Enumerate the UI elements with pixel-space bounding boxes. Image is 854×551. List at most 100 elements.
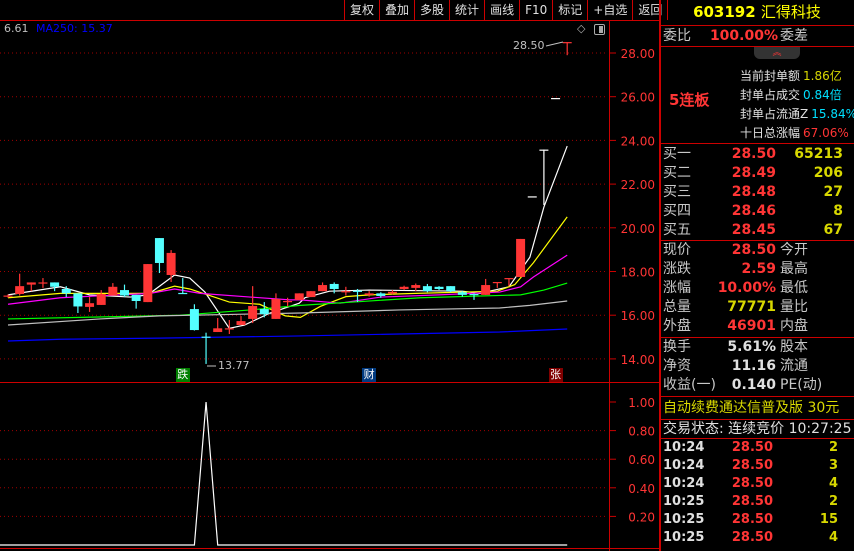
- candle: [120, 284, 129, 298]
- stat-label: 换手: [663, 339, 691, 355]
- stat-label: 现价: [663, 242, 691, 258]
- trade-status-text: 交易状态: 连续竞价 10:27:25: [663, 421, 852, 437]
- candle: [481, 278, 491, 295]
- candle-body: [294, 293, 304, 300]
- seal-row: 封单占成交 0.84倍: [740, 87, 854, 104]
- candle: [213, 318, 223, 333]
- candle-body: [527, 196, 537, 198]
- candle: [26, 282, 36, 292]
- price-tick-label: 14.00: [621, 353, 655, 367]
- stat-label-2: 量比: [780, 299, 808, 315]
- toolbar-button[interactable]: 多股: [415, 0, 451, 20]
- stat-value: 2.59: [741, 261, 776, 277]
- ad-banner[interactable]: 自动续费通达信普及版 30元: [660, 397, 854, 419]
- candle-body: [38, 282, 48, 284]
- toolbar-button[interactable]: 复权: [345, 0, 381, 20]
- indicator-tick-label: 0.40: [628, 482, 655, 496]
- stat-value: 77771: [727, 299, 776, 315]
- event-marker[interactable]: 张: [548, 368, 563, 382]
- candle: [73, 293, 83, 314]
- bid-row[interactable]: 买二 28.49 206: [660, 164, 854, 183]
- stat-label: 涨幅: [663, 280, 691, 296]
- chart-toolbar: 复权 叠加 多股 统计 画线 F10 标记 +自选 返回: [344, 0, 669, 20]
- candle-body: [108, 286, 118, 296]
- toolbar-button[interactable]: F10: [520, 0, 554, 20]
- candle: [527, 196, 537, 198]
- toolbar-button[interactable]: 画线: [485, 0, 521, 20]
- stat-row: 涨幅 10.00% 最低: [660, 279, 854, 298]
- tick-time: 10:24: [663, 458, 705, 473]
- toolbar-button[interactable]: 叠加: [380, 0, 416, 20]
- candle-body: [516, 238, 526, 277]
- candle: [492, 281, 502, 288]
- tick-time: 10:25: [663, 530, 705, 545]
- toolbar-button[interactable]: +自选: [588, 0, 634, 20]
- candle-body: [446, 286, 456, 292]
- candle: [189, 304, 199, 331]
- high-arrow: [545, 41, 564, 47]
- tick-volume: 2: [828, 494, 838, 509]
- tick-time: 10:25: [663, 512, 705, 527]
- stat-row: 涨跌 2.59 最高: [660, 260, 854, 279]
- candle-body: [73, 293, 83, 307]
- stat-value: 0.140: [731, 377, 776, 393]
- candle: [131, 294, 141, 309]
- bid-price: 28.45: [731, 222, 776, 238]
- ad-text[interactable]: 自动续费通达信普及版 30元: [663, 400, 839, 416]
- candle-body: [271, 299, 281, 319]
- candle: [318, 282, 328, 292]
- candle-body: [143, 264, 153, 303]
- high-price-label: 28.50: [513, 39, 545, 52]
- toolbar-button[interactable]: 标记: [553, 0, 589, 20]
- candle-body: [248, 306, 258, 319]
- candle-body: [399, 286, 409, 289]
- indicator-value: 6.61: [4, 22, 29, 35]
- bid-label: 买三: [663, 184, 691, 200]
- candle-body: [364, 293, 374, 295]
- candle: [38, 278, 48, 288]
- candle-body: [318, 285, 328, 292]
- stat-label-2: PE(动): [780, 377, 823, 393]
- candle: [201, 332, 211, 364]
- candle: [50, 282, 60, 292]
- bid-label: 买五: [663, 222, 691, 238]
- grid-lines: [0, 52, 608, 517]
- stat-row: 外盘 46901 内盘: [660, 317, 854, 336]
- stat-label-2: 内盘: [780, 318, 808, 334]
- stat-value: 28.50: [731, 242, 776, 258]
- stock-name: 汇得科技: [760, 3, 821, 21]
- candle: [224, 320, 234, 334]
- indicator-panel: [0, 401, 568, 546]
- panel-toggle-icon[interactable]: [594, 24, 605, 35]
- weibi-label: 委比: [663, 28, 691, 44]
- stat-label-2: 今开: [780, 242, 808, 258]
- toolbar-button[interactable]: 统计: [450, 0, 486, 20]
- bid-volume: 67: [823, 222, 843, 238]
- candle-body: [3, 295, 13, 297]
- candle-body: [539, 149, 549, 151]
- event-marker[interactable]: 跌: [175, 368, 190, 382]
- bid-row[interactable]: 买四 28.46 8: [660, 202, 854, 221]
- indicator-tick-label: 0.60: [628, 453, 655, 467]
- bid-row[interactable]: 买一 28.50 65213: [660, 145, 854, 164]
- candle: [551, 98, 561, 100]
- kline-chart[interactable]: 28.00 26.00 24.00 22.00 20.00 18.00 16.00 14.00…: [0, 0, 660, 551]
- seal-label: 十日总涨幅: [740, 126, 801, 140]
- tick-price: 28.50: [731, 476, 773, 491]
- candle: [364, 291, 374, 297]
- candle: [108, 283, 118, 296]
- candle-body: [353, 290, 362, 292]
- price-tick-label: 16.00: [621, 309, 655, 323]
- stock-title: 603192 汇得科技: [660, 0, 854, 25]
- candle-body: [166, 252, 176, 275]
- bid-row[interactable]: 买五 28.45 67: [660, 221, 854, 240]
- diamond-icon[interactable]: ◇: [577, 22, 585, 35]
- tick-row: 10:24 28.50 2: [660, 439, 854, 457]
- stats-block-2: 换手 5.61% 股本 净资 11.16 流通 收益(一) 0.140 PE(动): [660, 338, 854, 396]
- bid-row[interactable]: 买三 28.48 27: [660, 183, 854, 202]
- stat-label-2: 最高: [780, 261, 808, 277]
- seal-row: 十日总涨幅 67.06%: [740, 125, 854, 142]
- candle: [539, 149, 549, 206]
- event-marker[interactable]: 财: [362, 368, 377, 382]
- candle-body: [26, 282, 36, 285]
